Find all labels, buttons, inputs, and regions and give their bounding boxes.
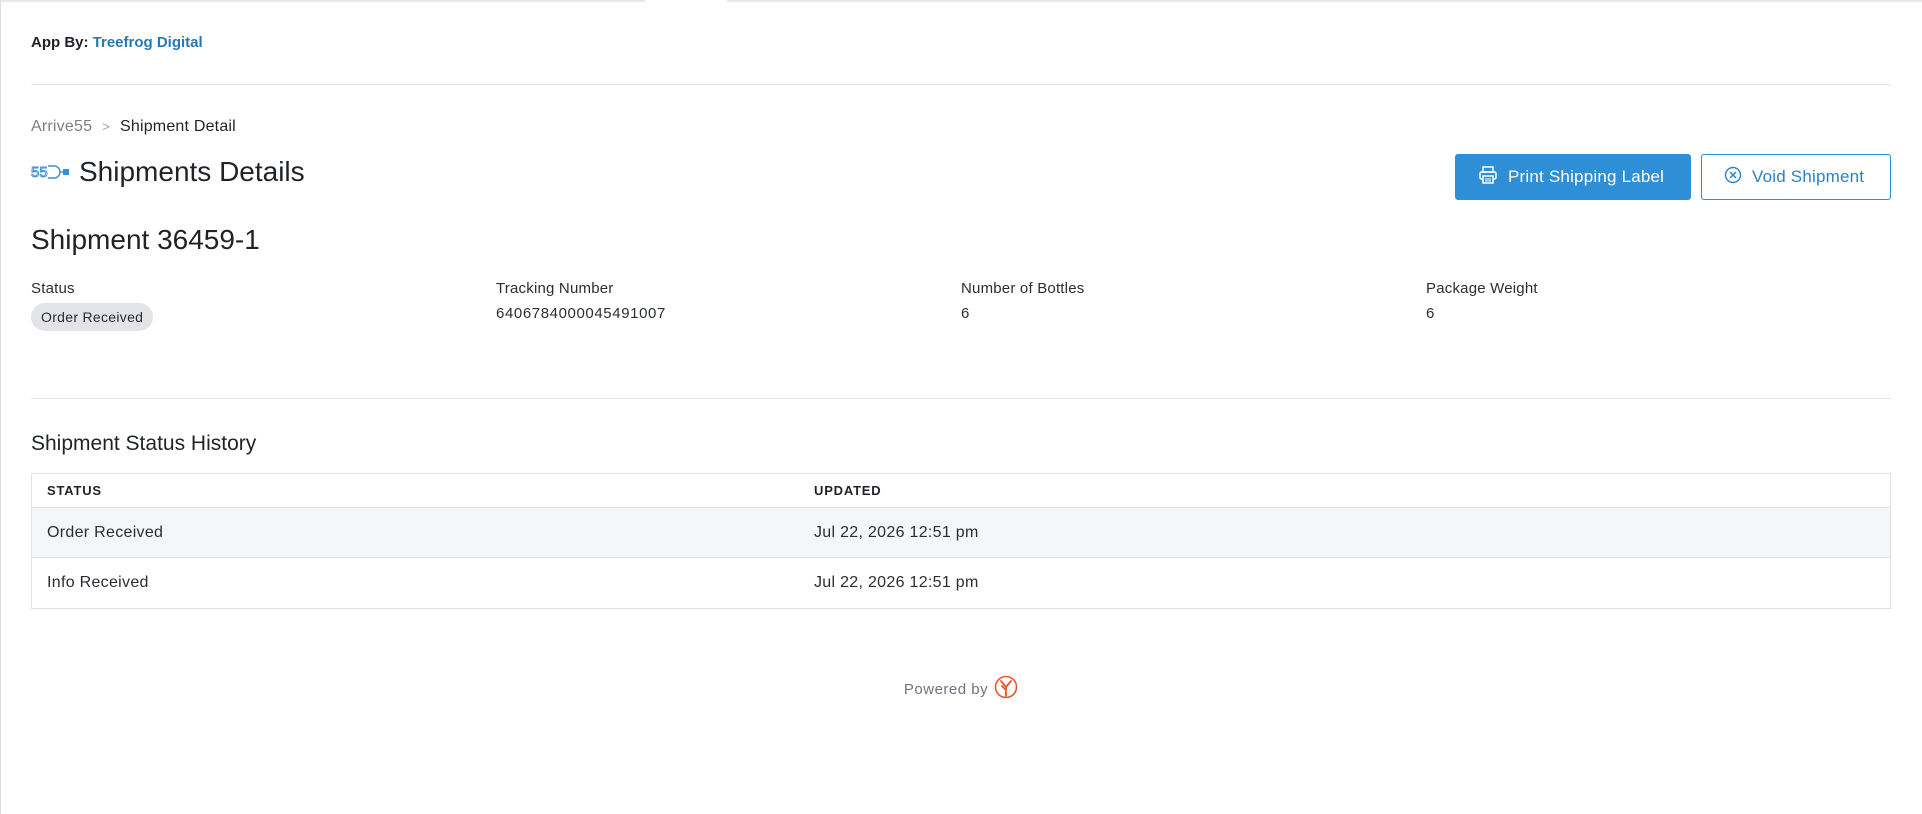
printer-icon: [1478, 165, 1498, 190]
arrive55-logo-text: 55: [31, 164, 48, 181]
print-shipping-label-text: Print Shipping Label: [1508, 167, 1665, 186]
breadcrumb-root[interactable]: Arrive55: [31, 118, 92, 135]
weight-value: 6: [1426, 305, 1435, 322]
table-row: Info Received Jul 22, 2026 12:51 pm: [32, 558, 1890, 608]
tracking-label: Tracking Number: [496, 280, 614, 297]
shipment-title: Shipment 36459-1: [31, 224, 260, 255]
column-header-updated: UPDATED: [814, 483, 882, 498]
breadcrumb-current: Shipment Detail: [119, 118, 236, 135]
print-shipping-label-button[interactable]: Print Shipping Label: [1455, 154, 1691, 200]
arrive55-logo-icon: 55: [31, 161, 71, 183]
void-shipment-button[interactable]: Void Shipment: [1701, 154, 1891, 200]
row-status: Info Received: [47, 574, 149, 591]
status-badge: Order Received: [31, 303, 154, 331]
bottles-field: Number of Bottles 6: [961, 280, 1426, 331]
row-updated: Jul 22, 2026 12:51 pm: [814, 523, 979, 541]
weight-field: Package Weight 6: [1426, 280, 1891, 331]
row-status: Order Received: [47, 523, 164, 541]
title-row: 55 Shipments Details: [31, 156, 305, 188]
status-field: Status Order Received: [31, 280, 496, 331]
column-header-status: STATUS: [47, 483, 102, 498]
table-row: Order Received Jul 22, 2026 12:51 pm: [32, 508, 1890, 558]
circle-x-icon: [1724, 166, 1742, 189]
app-by-label: App By:: [31, 34, 89, 51]
active-tab-indicator: [645, 0, 727, 3]
tracking-field: Tracking Number 6406784000045491007: [496, 280, 961, 331]
shipment-fields: Status Order Received Tracking Number 64…: [31, 280, 1891, 331]
section-divider: [31, 398, 1891, 399]
treefrog-logo-icon[interactable]: [994, 675, 1018, 704]
app-by: App By: Treefrog Digital: [31, 34, 203, 51]
row-updated: Jul 22, 2026 12:51 pm: [814, 574, 979, 591]
weight-label: Package Weight: [1426, 280, 1538, 297]
void-shipment-text: Void Shipment: [1752, 167, 1865, 186]
footer: Powered by: [31, 675, 1891, 704]
table-header: STATUS UPDATED: [32, 474, 1890, 508]
action-buttons: Print Shipping Label Void Shipment: [1455, 154, 1891, 200]
bottles-label: Number of Bottles: [961, 280, 1085, 297]
breadcrumb-separator: >: [102, 119, 110, 134]
tracking-value: 6406784000045491007: [496, 305, 666, 322]
status-label: Status: [31, 280, 75, 297]
status-history-table: STATUS UPDATED Order Received Jul 22, 20…: [31, 473, 1891, 609]
bottles-value: 6: [961, 305, 970, 322]
status-history-title: Shipment Status History: [31, 432, 257, 455]
breadcrumb: Arrive55 > Shipment Detail: [31, 118, 236, 136]
page-title: Shipments Details: [79, 156, 305, 187]
header-divider: [31, 84, 1891, 85]
treefrog-digital-link[interactable]: Treefrog Digital: [93, 34, 203, 51]
powered-by-text: Powered by: [903, 681, 989, 698]
